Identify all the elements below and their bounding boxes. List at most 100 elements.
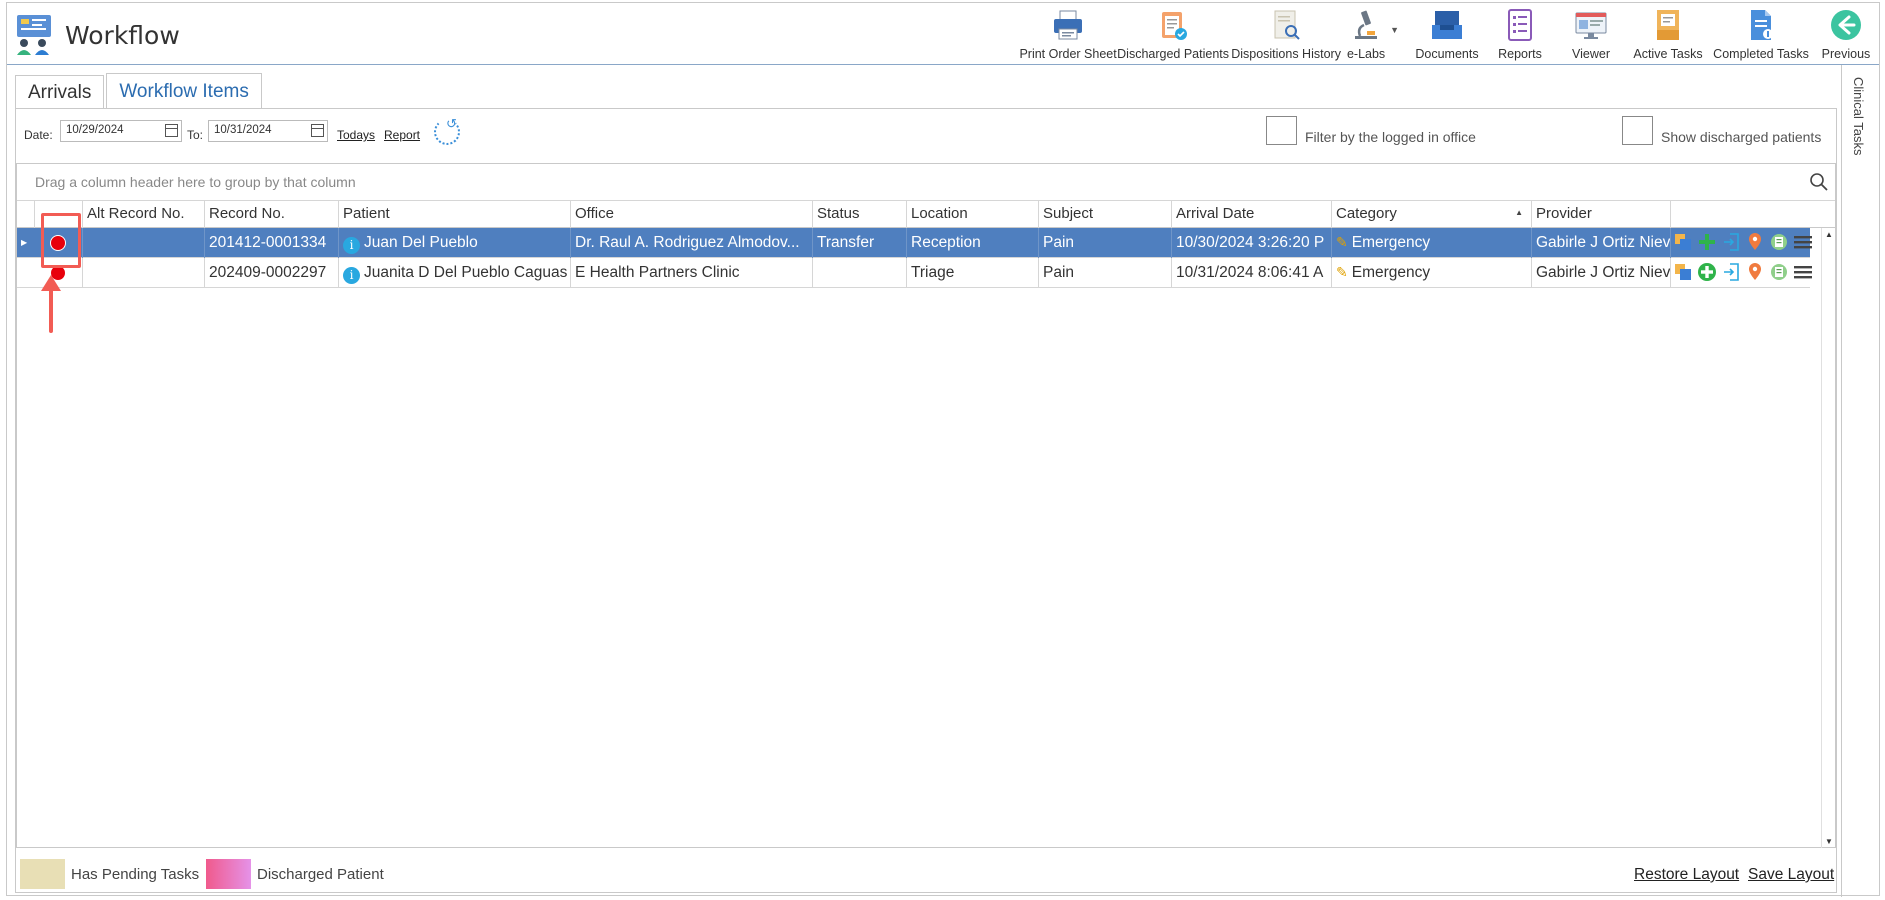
- date-to-value: 10/31/2024: [214, 124, 272, 136]
- row-actions: [1673, 262, 1813, 282]
- column-header-patient[interactable]: Patient: [339, 201, 571, 228]
- notes-icon[interactable]: [1769, 262, 1789, 282]
- scroll-down-arrow-icon[interactable]: ▼: [1825, 837, 1833, 846]
- highlight-arrow-icon: [41, 275, 61, 333]
- column-header-subject[interactable]: Subject: [1039, 201, 1172, 228]
- arrival-date-cell: 10/30/2024 3:26:20 P: [1172, 228, 1332, 258]
- location-cell: Triage: [907, 258, 1039, 288]
- tab-workflow-items[interactable]: Workflow Items: [106, 73, 262, 109]
- sign-in-icon[interactable]: [1721, 262, 1741, 282]
- save-layout-link[interactable]: Save Layout: [1748, 866, 1834, 884]
- transfer-icon[interactable]: [1673, 262, 1693, 282]
- row-indicator-header: [17, 201, 35, 228]
- reports-button[interactable]: Reports: [1485, 3, 1555, 65]
- print-order-sheet-button[interactable]: Print Order Sheet: [1018, 3, 1118, 65]
- completed-document-icon: [1744, 7, 1778, 43]
- pending-tasks-swatch: [20, 859, 65, 889]
- column-header-status[interactable]: Status: [813, 201, 907, 228]
- documents-button[interactable]: Documents: [1409, 3, 1485, 65]
- patient-name: Juanita D Del Pueblo Caguas: [364, 264, 568, 281]
- e-labs-button[interactable]: e-Labs: [1344, 3, 1388, 65]
- column-header-arrival-date[interactable]: Arrival Date: [1172, 201, 1332, 228]
- alt-record-cell: [83, 228, 205, 258]
- category-value: Emergency: [1351, 264, 1431, 281]
- column-header-alt-record[interactable]: Alt Record No.: [83, 201, 205, 228]
- show-discharged-checkbox[interactable]: [1622, 116, 1653, 145]
- table-row[interactable]: ▶ 201412-0001334 i Juan Del Pueblo Dr. Ra…: [17, 228, 1813, 258]
- previous-button[interactable]: Previous: [1813, 3, 1879, 65]
- date-to-field[interactable]: 10/31/2024: [208, 120, 328, 142]
- location-cell: Reception: [907, 228, 1039, 258]
- dispositions-history-button[interactable]: Dispositions History: [1228, 3, 1344, 65]
- date-label: Date:: [24, 128, 53, 142]
- clinical-tasks-side-tab[interactable]: Clinical Tasks: [1841, 65, 1879, 897]
- clipboard-check-icon: [1156, 7, 1190, 43]
- status-cell: Transfer: [813, 228, 907, 258]
- legend-bar: Has Pending Tasks Discharged Patient Res…: [16, 859, 1836, 891]
- provider-cell: Gabirle J Ortiz Nieve: [1532, 228, 1671, 258]
- pencil-icon: ✎: [1336, 234, 1348, 250]
- search-icon[interactable]: [1809, 172, 1829, 192]
- calendar-icon[interactable]: [165, 124, 178, 137]
- column-header-category[interactable]: Category ▲: [1332, 201, 1532, 228]
- pending-tasks-label: Has Pending Tasks: [71, 866, 200, 883]
- restore-layout-link[interactable]: Restore Layout: [1634, 866, 1739, 884]
- scroll-up-arrow-icon[interactable]: ▲: [1825, 230, 1833, 239]
- filter-office-checkbox[interactable]: [1266, 116, 1297, 145]
- app-title: Workflow: [65, 21, 180, 50]
- category-value: Emergency: [1351, 234, 1431, 251]
- provider-cell: Gabirle J Ortiz Nieve: [1532, 258, 1671, 288]
- date-from-value: 10/29/2024: [66, 124, 124, 136]
- transfer-icon[interactable]: [1673, 232, 1693, 252]
- office-cell: E Health Partners Clinic: [571, 258, 813, 288]
- group-panel-hint: Drag a column header here to group by th…: [35, 174, 356, 190]
- column-header-location[interactable]: Location: [907, 201, 1039, 228]
- menu-icon[interactable]: [1793, 232, 1813, 252]
- monitor-icon: [1574, 7, 1608, 43]
- filter-bar: Date: 10/29/2024 To: 10/31/2024 Todays R…: [16, 109, 1836, 159]
- patient-cell: i Juanita D Del Pueblo Caguas: [339, 258, 571, 288]
- column-header-provider[interactable]: Provider: [1532, 201, 1671, 228]
- column-header-record[interactable]: Record No.: [205, 201, 339, 228]
- active-tasks-button[interactable]: Active Tasks: [1627, 3, 1709, 65]
- e-labs-dropdown-caret-icon[interactable]: ▼: [1390, 25, 1399, 35]
- pencil-icon: ✎: [1336, 264, 1348, 280]
- clinical-tasks-label: Clinical Tasks: [1851, 77, 1866, 156]
- patient-cell: i Juan Del Pueblo: [339, 228, 571, 258]
- report-link[interactable]: Report: [384, 128, 420, 142]
- sign-in-icon[interactable]: [1721, 232, 1741, 252]
- show-discharged-label: Show discharged patients: [1661, 129, 1822, 145]
- record-cell: 201412-0001334: [205, 228, 339, 258]
- tab-arrivals[interactable]: Arrivals: [15, 75, 105, 109]
- discharged-patients-button[interactable]: Discharged Patients: [1117, 3, 1229, 65]
- table-row[interactable]: 202409-0002297 i Juanita D Del Pueblo Cag…: [17, 258, 1813, 288]
- current-row-indicator-icon: ▶: [21, 238, 28, 247]
- subject-cell: Pain: [1039, 258, 1172, 288]
- back-arrow-icon: [1829, 7, 1863, 43]
- add-icon[interactable]: [1697, 262, 1717, 282]
- group-by-panel[interactable]: Drag a column header here to group by th…: [17, 164, 1835, 201]
- date-from-field[interactable]: 10/29/2024: [60, 120, 182, 142]
- inbox-tray-icon: [1430, 7, 1464, 43]
- grid-header-row: Alt Record No. Record No. Patient Office…: [17, 201, 1835, 228]
- discharged-patient-swatch: [206, 859, 251, 889]
- notes-icon[interactable]: [1769, 232, 1789, 252]
- menu-icon[interactable]: [1793, 262, 1813, 282]
- add-icon[interactable]: [1697, 232, 1717, 252]
- microscope-icon: [1351, 7, 1381, 43]
- main-panel: Arrivals Workflow Items Date: 10/29/2024…: [11, 73, 1837, 893]
- document-search-icon: [1269, 7, 1303, 43]
- report-list-icon: [1505, 7, 1535, 43]
- grid-vertical-scrollbar[interactable]: ▲ ▼: [1821, 228, 1835, 848]
- info-icon[interactable]: i: [343, 237, 360, 254]
- status-cell: [813, 258, 907, 288]
- completed-tasks-button[interactable]: Completed Tasks: [1709, 3, 1813, 65]
- column-header-office[interactable]: Office: [571, 201, 813, 228]
- task-box-icon: [1651, 7, 1685, 43]
- location-pin-icon[interactable]: [1745, 262, 1765, 282]
- todays-link[interactable]: Todays: [337, 128, 375, 142]
- viewer-button[interactable]: Viewer: [1555, 3, 1627, 65]
- calendar-icon[interactable]: [311, 124, 324, 137]
- location-pin-icon[interactable]: [1745, 232, 1765, 252]
- info-icon[interactable]: i: [343, 267, 360, 284]
